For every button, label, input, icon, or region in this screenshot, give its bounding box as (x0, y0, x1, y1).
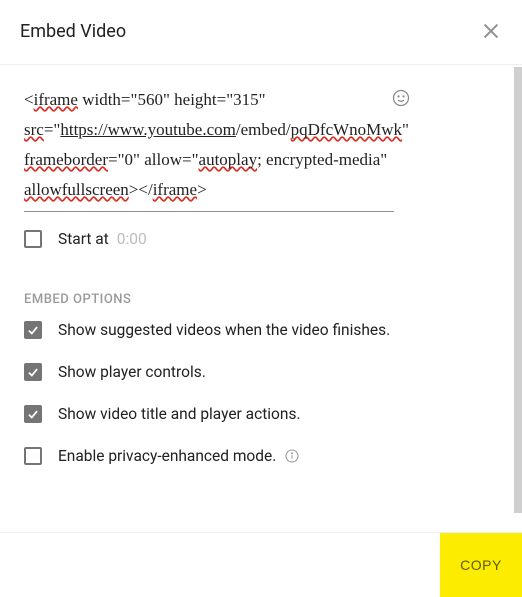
option-label: Enable privacy-enhanced mode. (58, 447, 276, 465)
emoji-icon[interactable] (391, 88, 411, 108)
start-at-time-input[interactable]: 0:00 (117, 230, 147, 248)
option-checkbox[interactable] (24, 405, 42, 423)
start-at-checkbox[interactable] (24, 230, 42, 248)
option-label: Show video title and player actions. (58, 405, 301, 423)
content-scroll: <iframe width="560" height="315" src="ht… (0, 65, 522, 517)
option-checkbox[interactable] (24, 363, 42, 381)
dialog-header: Embed Video (0, 0, 522, 65)
embed-code-textarea[interactable]: <iframe width="560" height="315" src="ht… (24, 85, 394, 212)
option-checkbox[interactable] (24, 321, 42, 339)
start-at-label: Start at (58, 230, 109, 248)
option-label: Show suggested videos when the video fin… (58, 321, 390, 339)
content: <iframe width="560" height="315" src="ht… (0, 65, 522, 499)
dialog-footer: COPY (0, 532, 522, 597)
info-icon[interactable] (284, 448, 300, 464)
start-at-row: Start at 0:00 (24, 230, 498, 248)
copy-button[interactable]: COPY (440, 533, 522, 597)
embed-options-heading: EMBED OPTIONS (24, 292, 498, 307)
option-row: Enable privacy-enhanced mode. (24, 447, 498, 465)
option-label: Show player controls. (58, 363, 206, 381)
scrollbar[interactable] (514, 65, 522, 517)
scrollbar-thumb[interactable] (514, 67, 522, 513)
option-row: Show video title and player actions. (24, 405, 498, 423)
close-icon[interactable] (480, 20, 502, 42)
dialog-title: Embed Video (20, 21, 126, 42)
option-row: Show player controls. (24, 363, 498, 381)
option-row: Show suggested videos when the video fin… (24, 321, 498, 339)
option-checkbox[interactable] (24, 447, 42, 465)
